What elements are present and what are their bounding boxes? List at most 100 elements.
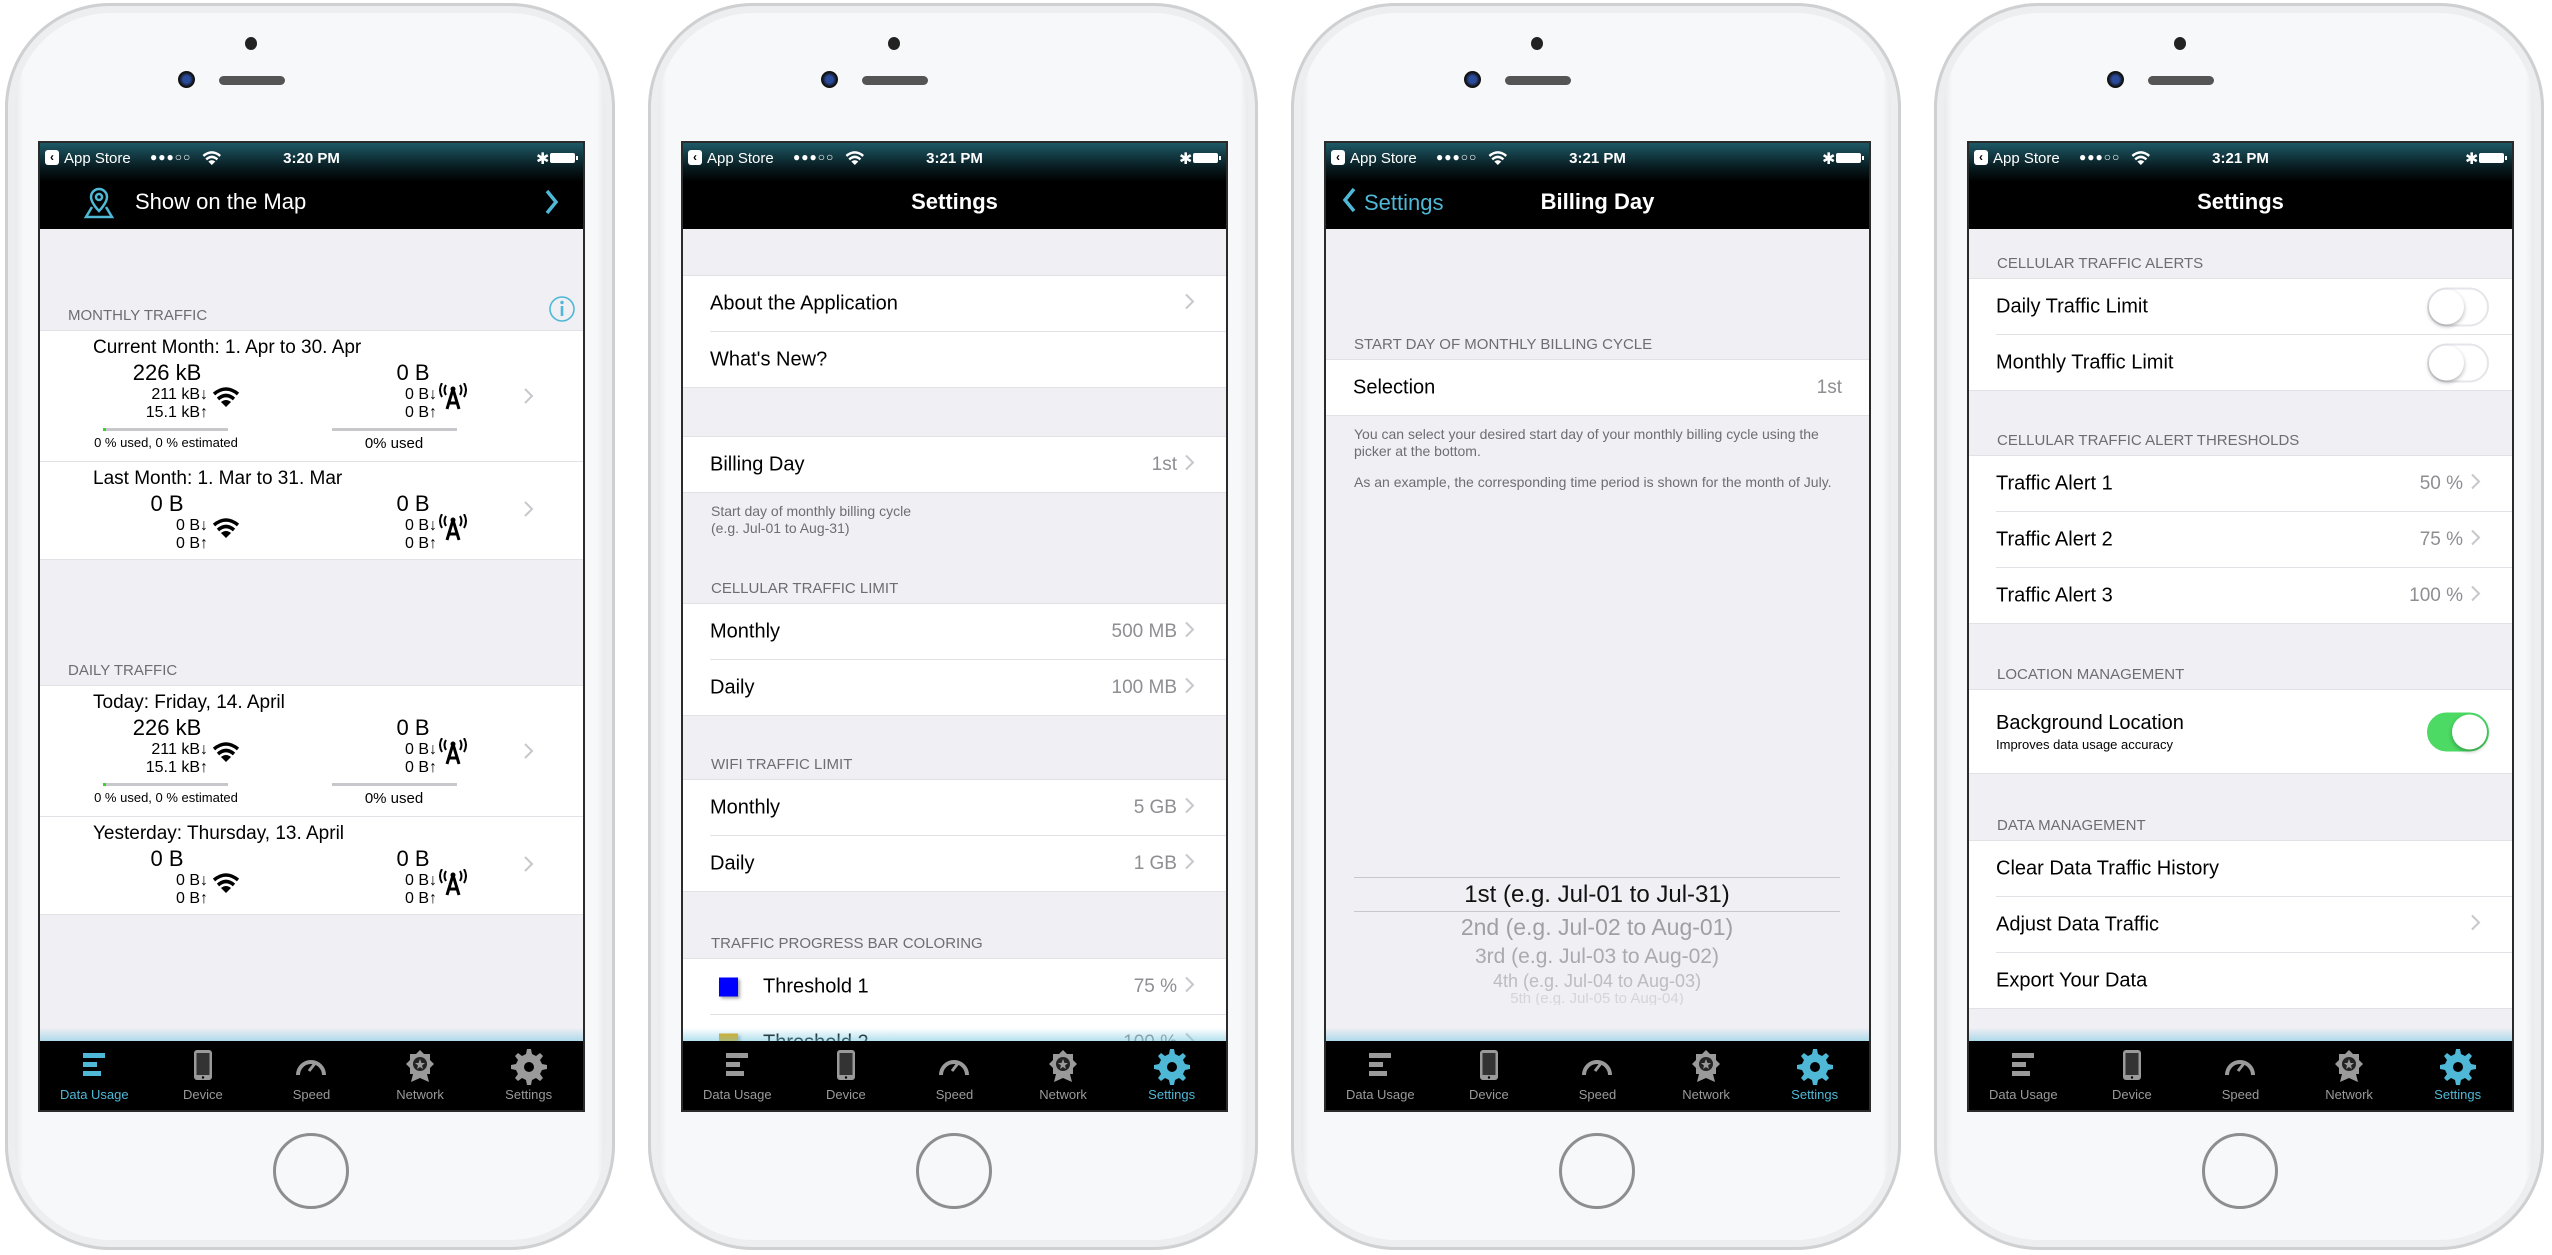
- cellular-antenna-icon: [439, 868, 467, 902]
- tab-label: Device: [826, 1087, 866, 1102]
- wifi-upload: 15.1 kB↑: [145, 759, 208, 776]
- settings-row[interactable]: Daily 100 MB: [710, 660, 1226, 715]
- toggle-switch[interactable]: [2427, 343, 2489, 382]
- tab-data-usage[interactable]: Data Usage: [1969, 1041, 2078, 1110]
- show-on-map-button[interactable]: Show on the Map: [135, 189, 306, 215]
- row-label: Monthly: [710, 620, 781, 642]
- traffic-row[interactable]: Today: Friday, 14. April 226 kB 211 kB↓ 15.…: [40, 686, 583, 817]
- tab-settings[interactable]: Settings: [1760, 1041, 1869, 1110]
- section-footer: You can select your desired start day of…: [1326, 416, 1869, 513]
- tab-speed[interactable]: Speed: [1543, 1041, 1652, 1110]
- tab-speed[interactable]: Speed: [257, 1041, 366, 1110]
- status-bar: ‹ App Store ●●●○○ 3:21 PM ✱: [1969, 143, 2512, 174]
- settings-row[interactable]: Clear Data Traffic History: [1996, 841, 2512, 897]
- toggle-knob: [2429, 289, 2464, 324]
- settings-row[interactable]: Export Your Data: [1996, 953, 2512, 1008]
- tab-network[interactable]: Network: [2295, 1041, 2404, 1110]
- picker-option[interactable]: 4th (e.g. Jul-04 to Aug-03): [1354, 970, 1840, 993]
- settings-row[interactable]: Monthly Traffic Limit: [1996, 335, 2512, 390]
- tab-settings[interactable]: Settings: [474, 1041, 583, 1110]
- wifi-upload: 15.1 kB↑: [145, 404, 208, 421]
- settings-row[interactable]: Monthly 5 GB: [710, 780, 1226, 836]
- row-label: Clear Data Traffic History: [1996, 857, 2220, 879]
- row-value: 100 %: [2409, 584, 2463, 606]
- traffic-row[interactable]: Yesterday: Thursday, 13. April 0 B0 B↓ 0 B…: [40, 817, 583, 914]
- picker-option[interactable]: 5th (e.g. Jul-05 to Aug-04): [1354, 993, 1840, 1005]
- settings-row[interactable]: Daily 1 GB: [710, 836, 1226, 891]
- tab-speed[interactable]: Speed: [900, 1041, 1009, 1110]
- toggle-switch[interactable]: [2427, 712, 2489, 751]
- top-bar: ‹ App Store ●●●○○ 3:21 PM ✱ Settings: [683, 143, 1226, 229]
- cellular-upload: 0 B↑: [404, 535, 437, 552]
- traffic-row[interactable]: Last Month: 1. Mar to 31. Mar 0 B0 B↓ 0 B↑…: [40, 462, 583, 559]
- tab-device[interactable]: Device: [2078, 1041, 2187, 1110]
- home-button[interactable]: [273, 1133, 349, 1209]
- bluetooth-icon: ✱: [1822, 151, 1836, 168]
- tab-device[interactable]: Device: [1435, 1041, 1544, 1110]
- billing-day-screen: ‹ App Store ●●●○○ 3:21 PM ✱ Billing Day Settin…: [1324, 141, 1871, 1112]
- toggle-switch[interactable]: [2427, 287, 2489, 326]
- home-button[interactable]: [1559, 1133, 1635, 1209]
- bluetooth-icon: ✱: [1179, 151, 1193, 168]
- info-icon[interactable]: [548, 295, 576, 327]
- row-label: Daily: [710, 852, 755, 874]
- settings-row[interactable]: Traffic Alert 3 100 %: [1996, 568, 2512, 623]
- settings-row[interactable]: Traffic Alert 1 50 %: [1996, 456, 2512, 512]
- section-header: MONTHLY TRAFFIC: [40, 296, 583, 330]
- tab-speed[interactable]: Speed: [2186, 1041, 2295, 1110]
- battery-icon: [1836, 153, 1864, 163]
- settings-row[interactable]: Background Location Improves data usage a…: [1996, 690, 2512, 773]
- tab-label: Settings: [1791, 1087, 1839, 1102]
- traffic-row[interactable]: Current Month: 1. Apr to 30. Apr 226 kB 21…: [40, 331, 583, 462]
- content: MONTHLY TRAFFIC Current Month: 1. Apr to …: [40, 229, 583, 915]
- home-button[interactable]: [2202, 1133, 2278, 1209]
- tab-device[interactable]: Device: [792, 1041, 901, 1110]
- section-footer: Start day of monthly billing cycle (e.g.…: [683, 493, 1226, 559]
- content: About the Application What's New? Billing …: [683, 229, 1226, 1071]
- section-header-label: CELLULAR TRAFFIC ALERT THRESHOLDS: [1997, 432, 2300, 449]
- phone-frame-1: ‹ App Store ●●●○○ 3:20 PM ✱ Show on the Map MO…: [5, 3, 615, 1250]
- cellular-antenna-icon: [439, 737, 467, 771]
- home-button[interactable]: [916, 1133, 992, 1209]
- tab-data-usage[interactable]: Data Usage: [683, 1041, 792, 1110]
- cellular-antenna-icon: [439, 382, 467, 416]
- tab-device[interactable]: Device: [149, 1041, 258, 1110]
- settings-row[interactable]: Threshold 1 75 %: [710, 959, 1226, 1015]
- picker-selected-option[interactable]: 1st (e.g. Jul-01 to Jul-31): [1354, 877, 1840, 912]
- picker-option[interactable]: 2nd (e.g. Jul-02 to Aug-01): [1354, 912, 1840, 943]
- section-card: Current Month: 1. Apr to 30. Apr 226 kB 21…: [40, 330, 583, 560]
- section-header-label: CELLULAR TRAFFIC LIMIT: [711, 580, 899, 597]
- tab-label: Speed: [935, 1087, 974, 1102]
- settings-row[interactable]: Billing Day 1st: [710, 437, 1226, 492]
- tab-settings[interactable]: Settings: [1117, 1041, 1226, 1110]
- tab-network[interactable]: Network: [366, 1041, 475, 1110]
- cellular-download: 0 B↓: [404, 741, 437, 758]
- wifi-icon: [212, 873, 240, 900]
- settings-row[interactable]: About the Application: [710, 276, 1226, 332]
- chevron-right-icon: [2470, 584, 2482, 607]
- back-button-label: Settings: [1364, 190, 1444, 215]
- settings-row[interactable]: What's New?: [710, 332, 1226, 387]
- picker-option[interactable]: 3rd (e.g. Jul-03 to Aug-02): [1354, 943, 1840, 970]
- tab-network[interactable]: Network: [1652, 1041, 1761, 1110]
- settings-row[interactable]: Daily Traffic Limit: [1996, 279, 2512, 335]
- color-swatch[interactable]: [719, 977, 738, 996]
- settings-row[interactable]: Traffic Alert 2 75 %: [1996, 512, 2512, 568]
- nav-title: Settings: [911, 189, 998, 214]
- tab-network[interactable]: Network: [1009, 1041, 1118, 1110]
- tab-data-usage[interactable]: Data Usage: [40, 1041, 149, 1110]
- tab-label: Data Usage: [1345, 1087, 1415, 1102]
- billing-day-picker[interactable]: 1st (e.g. Jul-01 to Jul-31) 2nd (e.g. Jul…: [1354, 877, 1840, 1005]
- tab-data-usage[interactable]: Data Usage: [1326, 1041, 1435, 1110]
- settings-row[interactable]: Monthly 500 MB: [710, 604, 1226, 660]
- toggle-knob: [2429, 345, 2464, 380]
- tab-settings[interactable]: Settings: [2403, 1041, 2512, 1110]
- settings-row[interactable]: Adjust Data Traffic: [1996, 897, 2512, 953]
- traffic-period-title: Today: Friday, 14. April: [93, 692, 285, 713]
- section-header: START DAY OF MONTHLY BILLING CYCLE: [1326, 329, 1869, 359]
- settings-row[interactable]: Selection 1st: [1353, 360, 1869, 415]
- back-button[interactable]: Settings: [1342, 187, 1444, 219]
